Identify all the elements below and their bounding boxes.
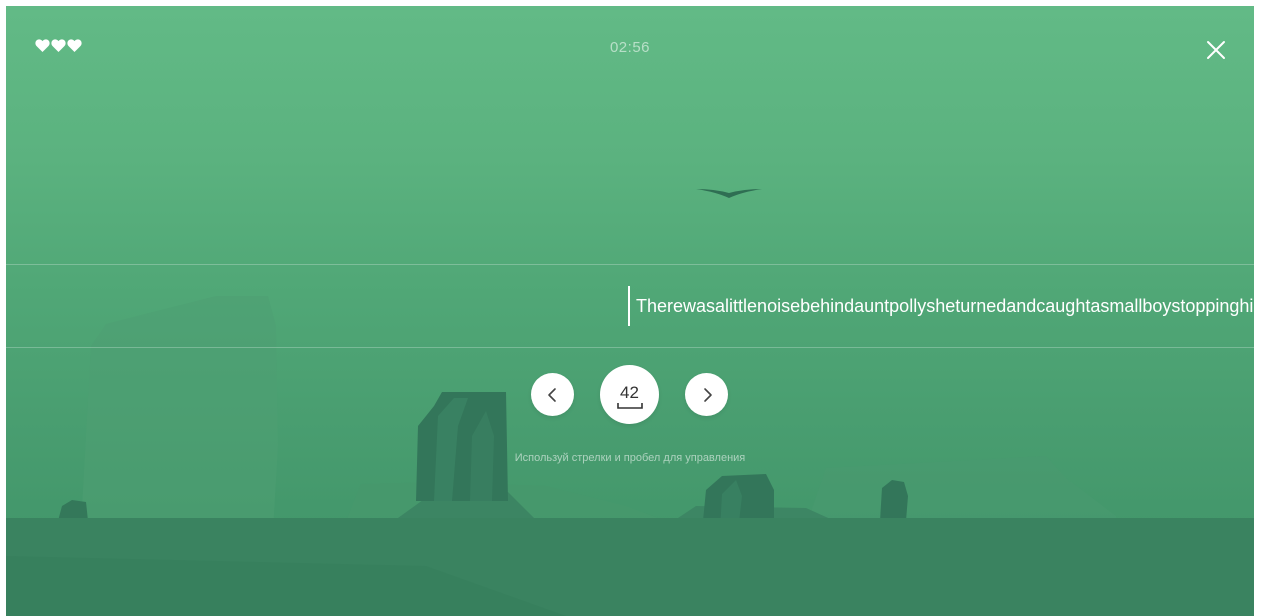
chevron-left-icon [547, 387, 556, 402]
timer: 02:56 [609, 39, 651, 56]
prev-button[interactable] [531, 373, 574, 416]
close-icon [1207, 41, 1225, 59]
close-button[interactable] [1202, 36, 1230, 64]
game-stage: 02:56 Therewasalittlenoisebehindauntpoll… [6, 6, 1254, 616]
distant-plateau-right [806, 456, 1116, 526]
next-button[interactable] [685, 373, 728, 416]
text-band-top-line [6, 264, 1254, 265]
spacebar-icon [616, 402, 643, 409]
speed-value: 42 [620, 382, 639, 402]
small-rock-left [58, 500, 88, 521]
typing-text: Therewasalittlenoisebehindauntpollyshetu… [636, 296, 1254, 316]
text-band-bottom-line [6, 347, 1254, 348]
space-button[interactable]: 42 [600, 365, 659, 424]
chevron-right-icon [703, 387, 712, 402]
bird-icon [696, 189, 762, 198]
text-cursor [628, 286, 630, 326]
controls-hint: Используй стрелки и пробел для управлени… [514, 452, 746, 464]
